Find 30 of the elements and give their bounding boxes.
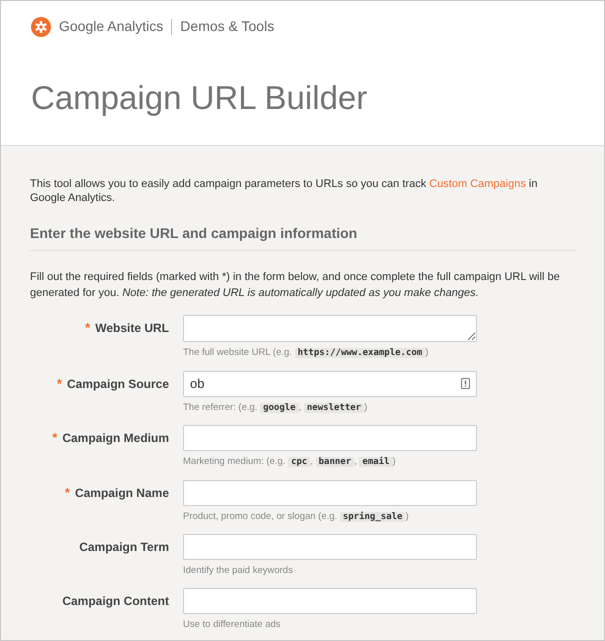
help-text: Identify the paid keywords: [183, 564, 294, 578]
text-field[interactable]: [183, 534, 477, 560]
text-field[interactable]: [183, 480, 477, 506]
help-text: Product, promo code, or slogan (e.g. spring_sale ): [183, 510, 410, 524]
text-field[interactable]: [183, 425, 477, 451]
section-heading: Enter the website URL and campaign information: [30, 224, 358, 243]
text-field[interactable]: [183, 588, 477, 614]
autofill-icon[interactable]: [461, 378, 470, 389]
field-label: Campaign Medium: [62, 430, 169, 447]
page-title: Campaign URL Builder: [31, 78, 368, 118]
help-text: Use to differentiate ads: [183, 618, 282, 632]
required-asterisk: *: [64, 484, 70, 502]
brand-name: Google Analytics: [59, 17, 164, 36]
intro-text: This tool allows you to easily add campaign parameters to URLs so you can track Custom Campaigns in Google Analytics.: [30, 177, 538, 205]
instructions-text: Fill out the required fields (marked with *) in the form below, and once complete the full campaign URL will be generated for you. Note: the generated URL is automatically updated as you make changes.: [30, 270, 561, 301]
help-text: The referrer: (e.g. google , newsletter ): [183, 400, 368, 414]
required-asterisk: *: [52, 429, 58, 448]
field-label: Website URL: [95, 320, 169, 337]
help-text: Marketing medium: (e.g. cpc , banner , email ): [183, 455, 397, 469]
text-field[interactable]: ob: [183, 370, 477, 396]
logo-icon: [31, 16, 51, 36]
field-label: Campaign Term: [79, 539, 169, 556]
section-name: Demos & Tools: [180, 17, 274, 36]
required-asterisk: *: [56, 374, 62, 393]
field-label: Campaign Source: [66, 376, 169, 392]
field-label: Campaign Content: [62, 593, 169, 610]
field-label: Campaign Name: [74, 484, 169, 502]
url-textarea[interactable]: [183, 315, 477, 342]
help-text: The full website URL (e.g. https://www.example.com ): [183, 346, 430, 360]
required-asterisk: *: [85, 319, 90, 338]
